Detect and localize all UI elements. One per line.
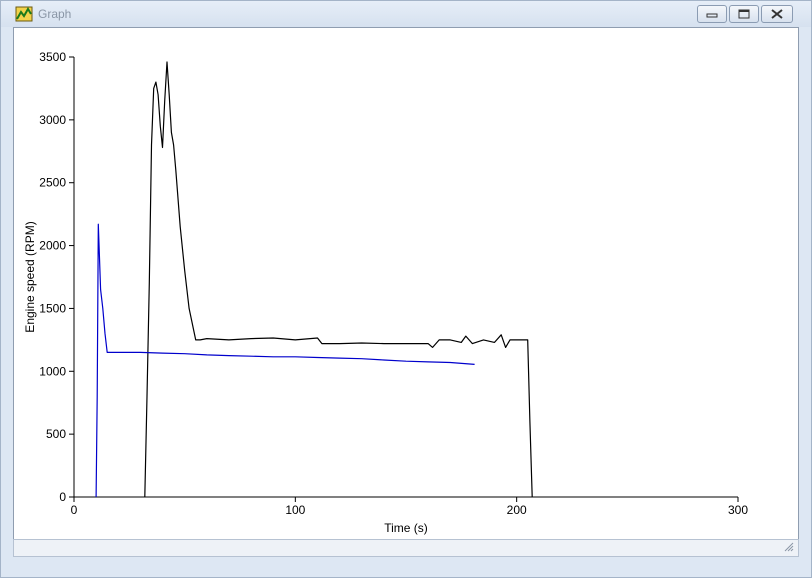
x-tick-label: 0 (71, 503, 78, 517)
y-tick-label: 500 (46, 427, 66, 441)
minimize-icon (706, 13, 718, 18)
restore-button[interactable] (729, 5, 759, 23)
y-tick-label: 1500 (39, 301, 66, 315)
resize-grip-icon[interactable] (784, 542, 794, 552)
chart-area: 0 500 1000 1500 2000 2500 3000 3500 0 100 200 300 Ti… (13, 27, 799, 541)
y-tick-label: 3000 (39, 113, 66, 127)
restore-icon (738, 9, 750, 19)
x-tick-label: 200 (507, 503, 527, 517)
y-tick-label: 3500 (39, 50, 66, 64)
minimize-button[interactable] (697, 5, 727, 23)
close-button[interactable] (761, 5, 793, 23)
x-tick-label: 100 (285, 503, 305, 517)
y-axis-label: Engine speed (RPM) (23, 221, 37, 332)
window-title: Graph (38, 7, 72, 21)
graph-app-icon (15, 6, 33, 22)
y-tick-label: 0 (59, 490, 66, 504)
series-line-2 (95, 223, 475, 498)
y-tick-label: 1000 (39, 364, 66, 378)
graph-window: Graph 0 500 1000 1500 2000 2500 3000 3500 0 100 20… (0, 0, 812, 578)
series-line-1 (144, 61, 533, 498)
close-icon (771, 9, 783, 19)
engine-speed-chart: 0 500 1000 1500 2000 2500 3000 3500 0 100 200 300 Ti… (23, 50, 748, 535)
title-bar[interactable]: Graph (1, 1, 811, 27)
y-tick-label: 2500 (39, 176, 66, 190)
y-tick-label: 2000 (39, 239, 66, 253)
x-axis-label: Time (s) (384, 521, 428, 535)
x-tick-label: 300 (728, 503, 748, 517)
status-bar (13, 539, 799, 557)
